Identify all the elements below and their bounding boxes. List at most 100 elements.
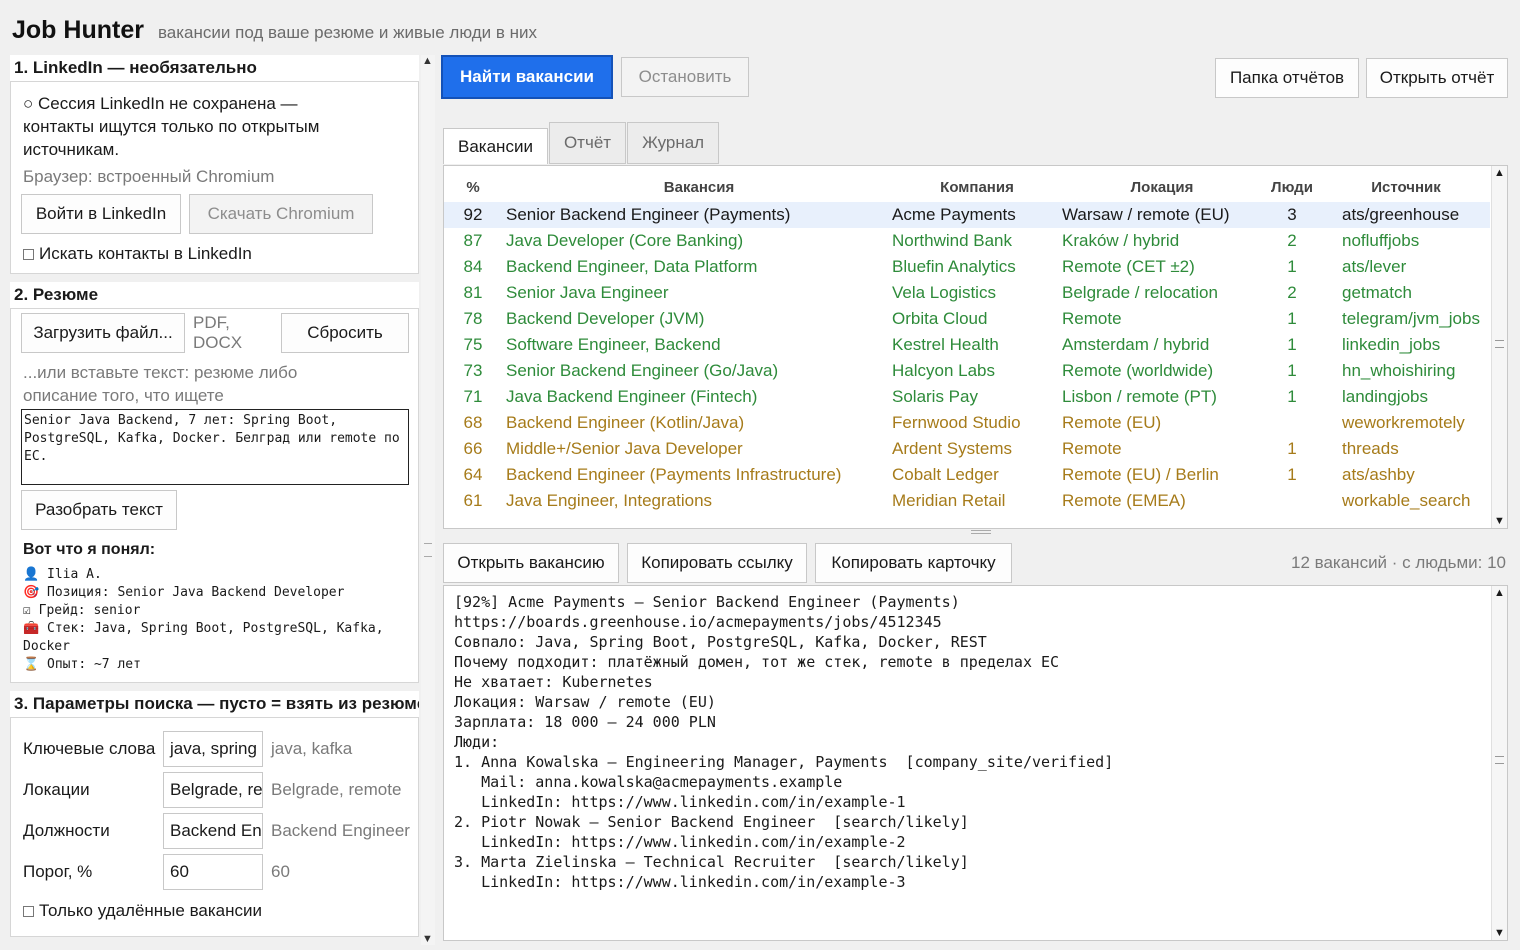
reset-button[interactable]: Сбросить — [281, 313, 409, 353]
positions-input[interactable]: Backend En — [163, 812, 263, 849]
table-row[interactable]: 64 Backend Engineer (Payments Infrastruct… — [444, 462, 1490, 488]
scroll-thumb[interactable] — [1495, 339, 1504, 348]
detail-line: https://boards.greenhouse.io/acmepayment… — [454, 613, 942, 631]
table-scrollbar[interactable]: ▲ ▼ — [1491, 166, 1507, 528]
card-actions: Открыть вакансию Копировать ссылку Копир… — [443, 543, 1012, 583]
person-icon: 👤 — [23, 567, 40, 582]
header-people[interactable]: Люди — [1262, 166, 1322, 202]
scroll-up-icon[interactable]: ▲ — [1494, 167, 1505, 179]
parsed-item-experience: ⌛ Опыт: ~7 лет — [23, 657, 141, 672]
field-positions: Должности Backend En Backend Engineer — [23, 810, 413, 851]
cell-vacancy: Senior Backend Engineer (Go/Java) — [506, 361, 779, 380]
threshold-placeholder: 60 — [271, 861, 290, 881]
keywords-placeholder: java, kafka — [271, 738, 353, 758]
linkedin-card: ○ Сессия LinkedIn не сохранена — контакт… — [10, 81, 419, 274]
upload-file-button[interactable]: Загрузить файл... — [21, 313, 185, 353]
cell-percent: 61 — [463, 491, 483, 510]
header-percent[interactable]: % — [444, 166, 502, 202]
field-label: Локации — [23, 779, 90, 799]
table-row[interactable]: 75 Software Engineer, Backend Kestrel Heal… — [444, 332, 1490, 358]
splitter-handle-icon[interactable] — [971, 530, 991, 534]
threshold-input[interactable]: 60 — [163, 853, 263, 890]
cell-people: 2 — [1287, 231, 1297, 250]
table-row[interactable]: 61 Java Engineer, Integrations Meridian Re… — [444, 488, 1490, 514]
parsed-title: Вот что я понял: — [23, 541, 156, 558]
reports-folder-button[interactable]: Папка отчётов — [1215, 58, 1359, 98]
cell-percent: 81 — [463, 283, 483, 302]
table-row[interactable]: 92 Senior Backend Engineer (Payments) Acme… — [444, 202, 1490, 228]
cell-location: Remote (EMEA) — [1062, 491, 1186, 510]
scroll-thumb[interactable] — [1495, 755, 1504, 764]
parsed-item-name: 👤 Ilia A. — [23, 567, 102, 582]
cell-percent: 66 — [463, 439, 483, 458]
status-circle-icon: ○ — [23, 94, 34, 113]
cell-people: 1 — [1287, 387, 1297, 406]
table-body: 92 Senior Backend Engineer (Payments) Acme… — [444, 202, 1490, 514]
detail-line: Не хватает: Kubernetes — [454, 673, 653, 691]
positions-placeholder: Backend Engineer — [271, 820, 410, 840]
open-vacancy-button[interactable]: Открыть вакансию — [443, 543, 619, 583]
resume-text-input[interactable]: Senior Java Backend, 7 лет: Spring Boot,… — [21, 409, 409, 485]
tab-report[interactable]: Отчёт — [548, 122, 627, 164]
table-row[interactable]: 68 Backend Engineer (Kotlin/Java) Fernwood… — [444, 410, 1490, 436]
cell-location: Kraków / hybrid — [1062, 231, 1180, 250]
scroll-down-icon[interactable]: ▼ — [1494, 515, 1505, 527]
checkbox-box[interactable] — [23, 248, 34, 260]
scroll-up-icon[interactable]: ▲ — [1494, 587, 1505, 599]
detail-line: [92%] Acme Payments — Senior Backend Eng… — [454, 593, 960, 611]
table-row[interactable]: 66 Middle+/Senior Java Developer Ardent Sy… — [444, 436, 1490, 462]
cell-vacancy: Senior Backend Engineer (Payments) — [502, 202, 892, 228]
table-row[interactable]: 71 Java Backend Engineer (Fintech) Solaris… — [444, 384, 1490, 410]
app-subtitle: вакансии под ваше резюме и живые люди в … — [157, 23, 537, 42]
parsed-list: 👤 Ilia A. 🎯 Позиция: Senior Java Backend… — [23, 566, 408, 674]
resume-card: Загрузить файл... PDF, DOCX Сбросить ...… — [10, 308, 419, 683]
detail-line: Mail: anna.kowalska@acmepayments.example — [454, 773, 843, 791]
browser-label: Браузер: встроенный Chromium — [23, 167, 275, 186]
splitter-grip-icon[interactable] — [424, 543, 432, 557]
table-row[interactable]: 78 Backend Developer (JVM) Orbita Cloud Rem… — [444, 306, 1490, 332]
detail-scrollbar[interactable]: ▲ ▼ — [1491, 586, 1507, 940]
table-row[interactable]: 84 Backend Engineer, Data Platform Bluefin… — [444, 254, 1490, 280]
cell-source: getmatch — [1342, 283, 1412, 302]
download-chromium-button[interactable]: Скачать Chromium — [189, 194, 373, 234]
copy-link-button[interactable]: Копировать ссылку — [627, 543, 807, 583]
detail-line: 3. Marta Zielinska — Technical Recruiter… — [454, 853, 969, 871]
remote-only-checkbox[interactable]: Только удалённые вакансии — [23, 901, 413, 921]
parse-text-button[interactable]: Разобрать текст — [21, 490, 177, 530]
check-icon: ☑ — [23, 603, 31, 618]
login-linkedin-button[interactable]: Войти в LinkedIn — [21, 194, 181, 234]
tab-log[interactable]: Журнал — [627, 122, 720, 164]
scroll-down-icon[interactable]: ▼ — [422, 933, 433, 945]
tab-vacancies[interactable]: Вакансии — [443, 128, 548, 164]
header-vacancy[interactable]: Вакансия — [502, 166, 892, 202]
linkedin-section-title: 1. LinkedIn — необязательно — [10, 55, 419, 81]
copy-card-button[interactable]: Копировать карточку — [815, 543, 1012, 583]
cell-company: Fernwood Studio — [892, 413, 1021, 432]
detail-line: 2. Piotr Nowak — Senior Backend Engineer… — [454, 813, 969, 831]
header-source[interactable]: Источник — [1322, 166, 1490, 202]
cell-source: telegram/jvm_jobs — [1342, 309, 1480, 328]
keywords-input[interactable]: java, spring — [163, 730, 263, 767]
left-panel-scrollbar[interactable]: ▲ ▼ — [421, 55, 435, 945]
vacancy-detail-text[interactable]: [92%] Acme Payments — Senior Backend Eng… — [443, 585, 1508, 941]
search-contacts-checkbox[interactable]: Искать контакты в LinkedIn — [23, 244, 252, 264]
paste-hint: ...или вставьте текст: резюме либо описа… — [23, 363, 298, 405]
cell-vacancy: Java Engineer, Integrations — [506, 491, 713, 510]
table-row[interactable]: 81 Senior Java Engineer Vela Logistics Belg… — [444, 280, 1490, 306]
header-location[interactable]: Локация — [1062, 166, 1262, 202]
scroll-up-icon[interactable]: ▲ — [422, 55, 433, 67]
cell-company: Cobalt Ledger — [892, 465, 999, 484]
stop-button[interactable]: Остановить — [621, 57, 749, 97]
scroll-down-icon[interactable]: ▼ — [1494, 927, 1505, 939]
open-report-button[interactable]: Открыть отчёт — [1366, 58, 1508, 98]
table-row[interactable]: 73 Senior Backend Engineer (Go/Java) Halcy… — [444, 358, 1490, 384]
table-row[interactable]: 87 Java Developer (Core Banking) Northwind… — [444, 228, 1490, 254]
detail-line: Почему подходит: платёжный домен, тот же… — [454, 653, 1060, 671]
cell-people: 1 — [1287, 439, 1297, 458]
find-vacancies-button[interactable]: Найти вакансии — [441, 55, 613, 99]
checkbox-box[interactable] — [23, 905, 34, 917]
cell-source: hn_whoishiring — [1342, 361, 1456, 380]
locations-input[interactable]: Belgrade, re — [163, 771, 263, 808]
header-company[interactable]: Компания — [892, 166, 1062, 202]
detail-text: [92%] Acme Payments — Senior Backend Eng… — [444, 586, 1507, 898]
